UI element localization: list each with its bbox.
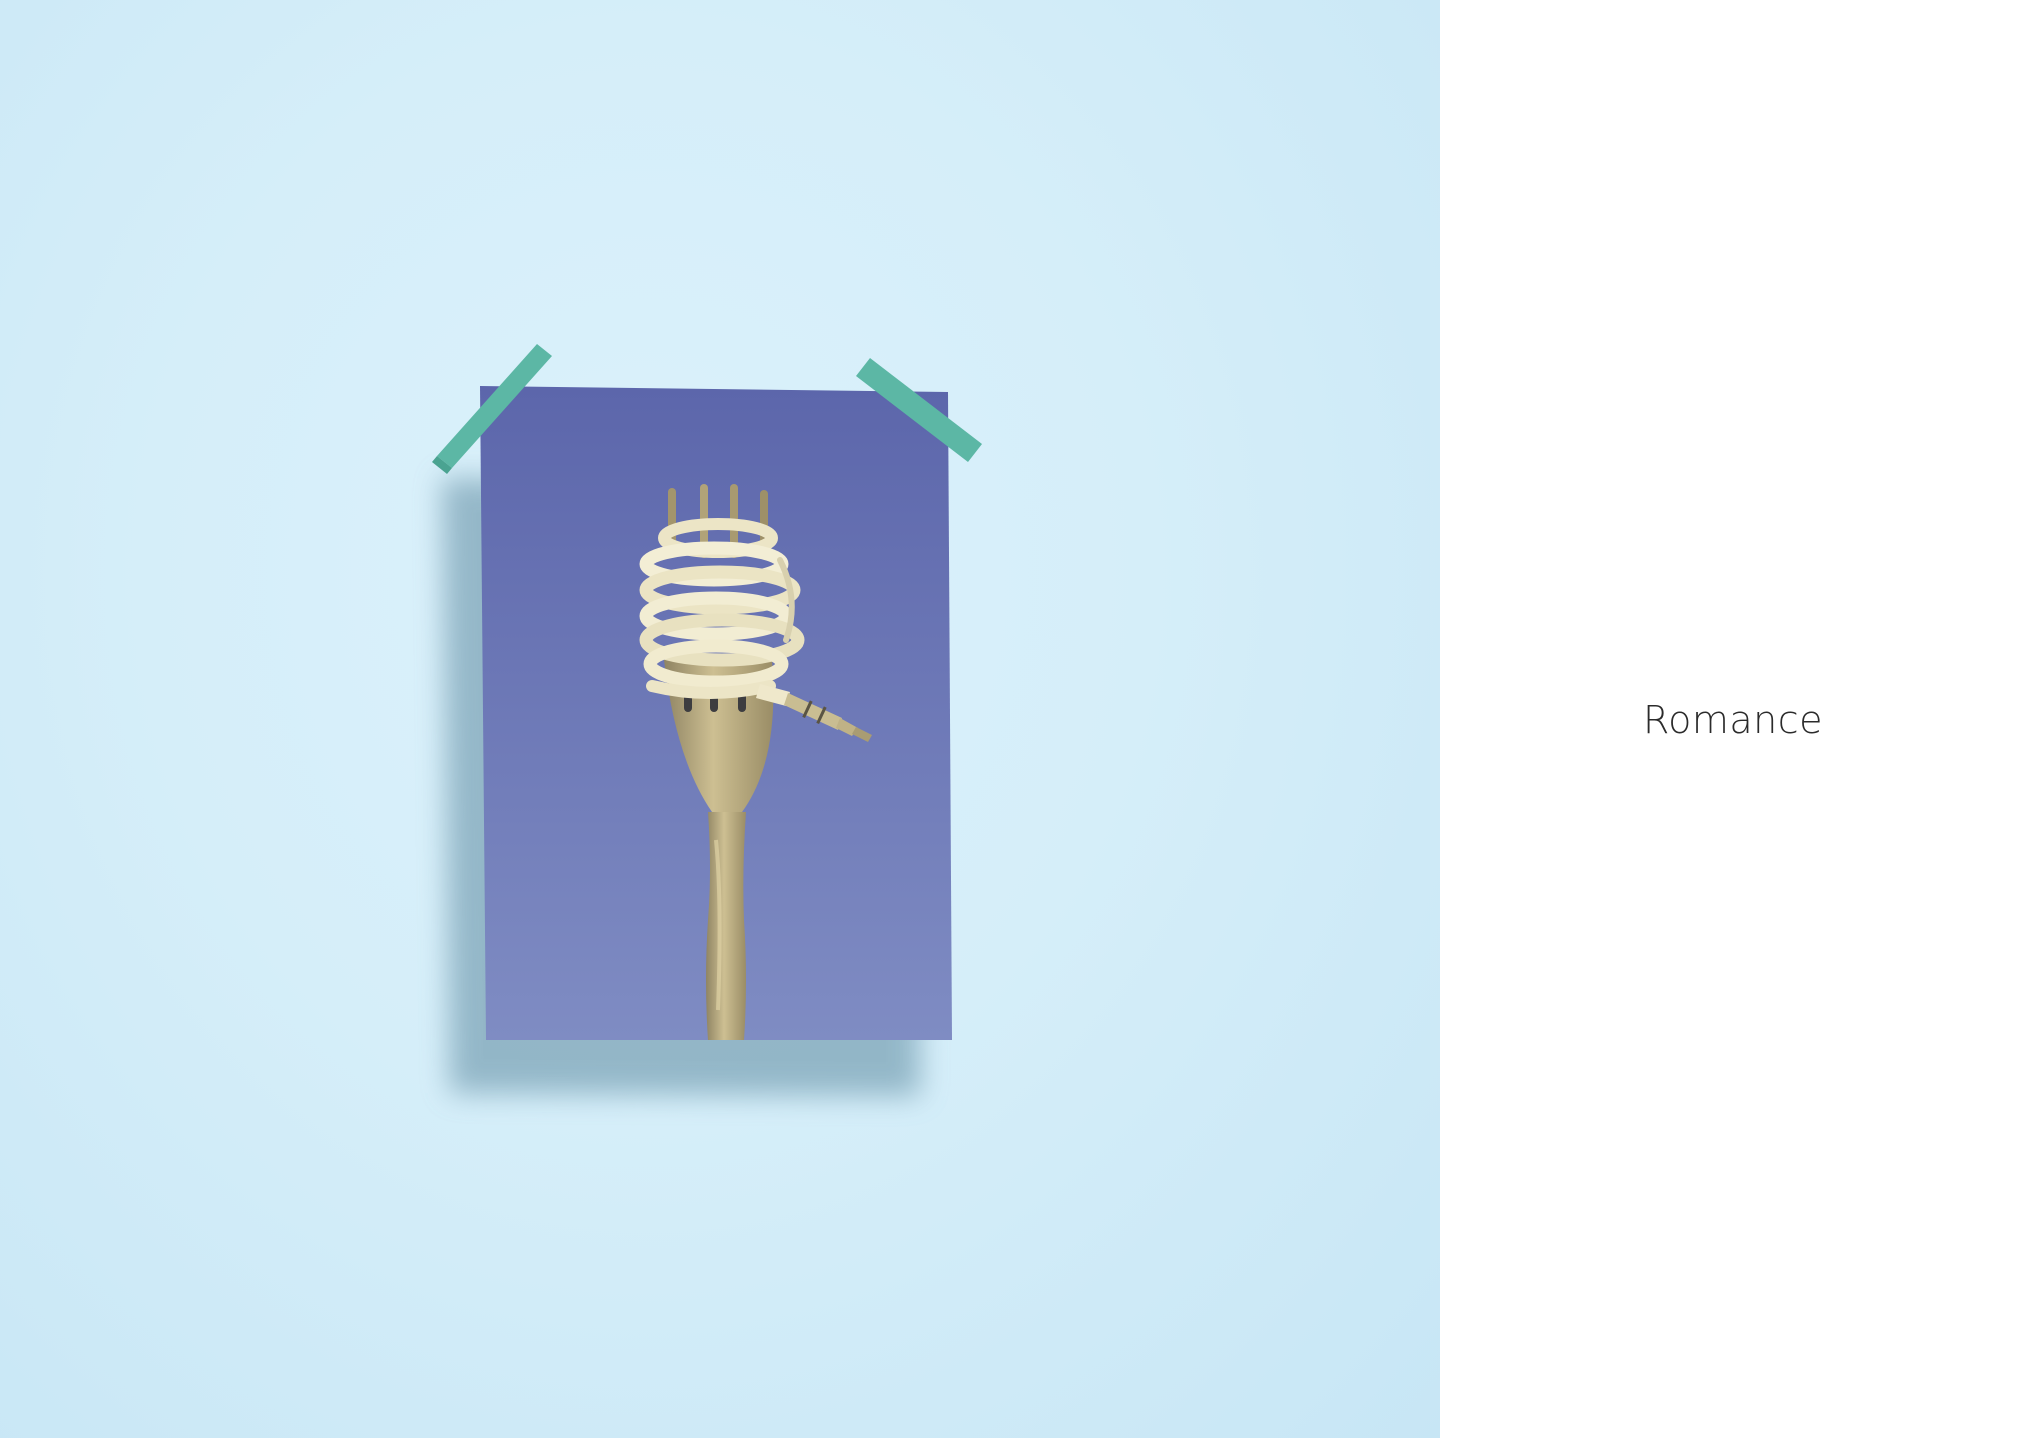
caption-text: Romance (1642, 698, 1824, 742)
page: Romance (0, 0, 2026, 1438)
fork-with-cable-illustration (432, 344, 982, 1096)
caption-panel: Romance (1440, 0, 2026, 1438)
photo-panel (0, 0, 1440, 1438)
